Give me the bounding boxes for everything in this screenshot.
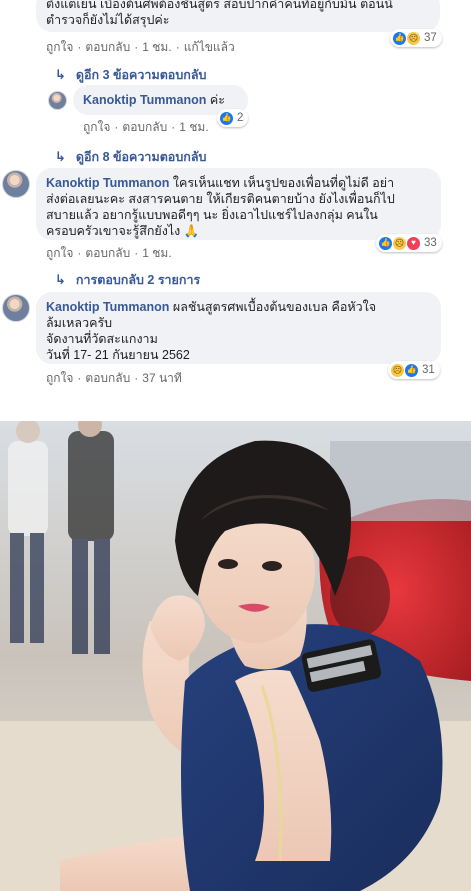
reply-arrow-icon: ↳	[55, 149, 66, 164]
like-icon: 👍	[393, 31, 406, 45]
avatar[interactable]	[2, 170, 30, 198]
view-more-replies-link[interactable]: ↳ ดูอีก 3 ข้อความตอบกลับ	[55, 65, 206, 85]
view-more-replies-label: ดูอีก 8 ข้อความตอบกลับ	[75, 150, 207, 164]
reaction-summary[interactable]: ☹ 👍 31	[388, 361, 440, 379]
like-icon: 👍	[405, 363, 418, 377]
comment-text: ค่ะ	[209, 93, 225, 107]
avatar[interactable]	[48, 91, 67, 110]
comment-actions: ถูกใจ · ตอบกลับ · 1 ชม.	[83, 120, 209, 134]
sad-icon: ☹	[391, 363, 404, 377]
comment-text: Kanoktip Tummanon ผลชันสูตรศพเบื้องต้นขอ…	[46, 299, 431, 315]
comment-text-line: จัดงานที่วัดสะแกงาม	[46, 332, 158, 346]
comment-thread: ตั้งแต่เย็น เบื้องต้นศพต้องชันสูตร สอบปา…	[0, 0, 471, 395]
comment-text-line: ส่งต่อเลยนะคะ สงสารคนตาย ให้เกียรติคนตาย…	[46, 192, 395, 206]
sad-icon: ☹	[393, 236, 406, 250]
reaction-count: 33	[424, 237, 437, 249]
like-link[interactable]: ถูกใจ	[46, 246, 73, 260]
comment-text-line: วันที่ 17- 21 กันยายน 2562	[46, 348, 190, 362]
reply-link[interactable]: ตอบกลับ	[122, 120, 167, 134]
comment-text-line: ใครเห็นแชท เห็นรูปของเพื่อนที่ดูไม่ดี อย…	[172, 176, 395, 190]
comment-text-line: สบายแล้ว อยากรู้แบบพอดีๆๆ นะ ยิ่งเอาไปแช…	[46, 208, 378, 222]
comment-actions: ถูกใจ · ตอบกลับ · 37 นาที	[46, 371, 182, 385]
like-icon: 👍	[379, 236, 392, 250]
like-link[interactable]: ถูกใจ	[46, 40, 73, 54]
photo-illustration	[0, 421, 471, 891]
comment-actions: ถูกใจ · ตอบกลับ · 1 ชม. · แก้ไขแล้ว	[46, 40, 235, 54]
comment-bubble: Kanoktip Tummanon ผลชันสูตรศพเบื้องต้นขอ…	[36, 292, 441, 364]
comment-time: 1 ชม.	[142, 40, 172, 54]
view-more-replies-link[interactable]: ↳ ดูอีก 8 ข้อความตอบกลับ	[55, 147, 206, 167]
view-replies-label: การตอบกลับ 2 รายการ	[75, 273, 201, 287]
comment-text-line: ครอบครัวเขาจะรู้สึกยังไง 🙏	[46, 224, 200, 238]
like-link[interactable]: ถูกใจ	[83, 120, 110, 134]
comment-text-line: ผลชันสูตรศพเบื้องต้นของเบล คือหัวใจ	[172, 300, 377, 314]
reaction-summary[interactable]: 👍 ☹ 37	[390, 29, 442, 47]
sad-icon: ☹	[407, 31, 420, 45]
commenter-name[interactable]: Kanoktip Tummanon	[83, 93, 206, 107]
commenter-name[interactable]: Kanoktip Tummanon	[46, 300, 169, 314]
comment-text-line: ล้มเหลวครับ	[46, 316, 113, 330]
reply-link[interactable]: ตอบกลับ	[85, 40, 130, 54]
reaction-count: 2	[237, 112, 244, 124]
edited-label: แก้ไขแล้ว	[183, 40, 235, 54]
commenter-name[interactable]: Kanoktip Tummanon	[46, 176, 169, 190]
comment-time: 37 นาที	[142, 371, 182, 385]
comment-text-line: ตำรวจก็ยังไม่ได้สรุปค่ะ	[46, 13, 170, 27]
post-photo[interactable]	[0, 421, 471, 891]
reply-link[interactable]: ตอบกลับ	[85, 246, 130, 260]
comment-actions: ถูกใจ · ตอบกลับ · 1 ชม.	[46, 246, 172, 260]
view-replies-link[interactable]: ↳ การตอบกลับ 2 รายการ	[55, 270, 200, 290]
comment-bubble-top: ตั้งแต่เย็น เบื้องต้นศพต้องชันสูตร สอบปา…	[36, 0, 440, 32]
like-icon: 👍	[220, 111, 233, 125]
avatar[interactable]	[2, 294, 30, 322]
reaction-summary[interactable]: 👍 ☹ ♥ 33	[376, 234, 442, 252]
reaction-count: 31	[422, 364, 435, 376]
love-icon: ♥	[407, 236, 420, 250]
comment-bubble: Kanoktip Tummanon ใครเห็นแชท เห็นรูปของเ…	[36, 168, 441, 240]
reply-arrow-icon: ↳	[55, 67, 66, 82]
comment-text: ตั้งแต่เย็น เบื้องต้นศพต้องชันสูตร สอบปา…	[46, 0, 430, 28]
comment-time: 1 ชม.	[179, 120, 209, 134]
comment-time: 1 ชม.	[142, 246, 172, 260]
reaction-count: 37	[424, 32, 437, 44]
like-link[interactable]: ถูกใจ	[46, 371, 73, 385]
reaction-summary[interactable]: 👍 2	[217, 109, 249, 127]
reply-link[interactable]: ตอบกลับ	[85, 371, 130, 385]
view-more-replies-label: ดูอีก 3 ข้อความตอบกลับ	[75, 68, 207, 82]
comment-text-line: ตั้งแต่เย็น เบื้องต้นศพต้องชันสูตร สอบปา…	[46, 0, 393, 11]
reply-arrow-icon: ↳	[55, 272, 66, 287]
comment-text: Kanoktip Tummanon ใครเห็นแชท เห็นรูปของเ…	[46, 175, 431, 191]
